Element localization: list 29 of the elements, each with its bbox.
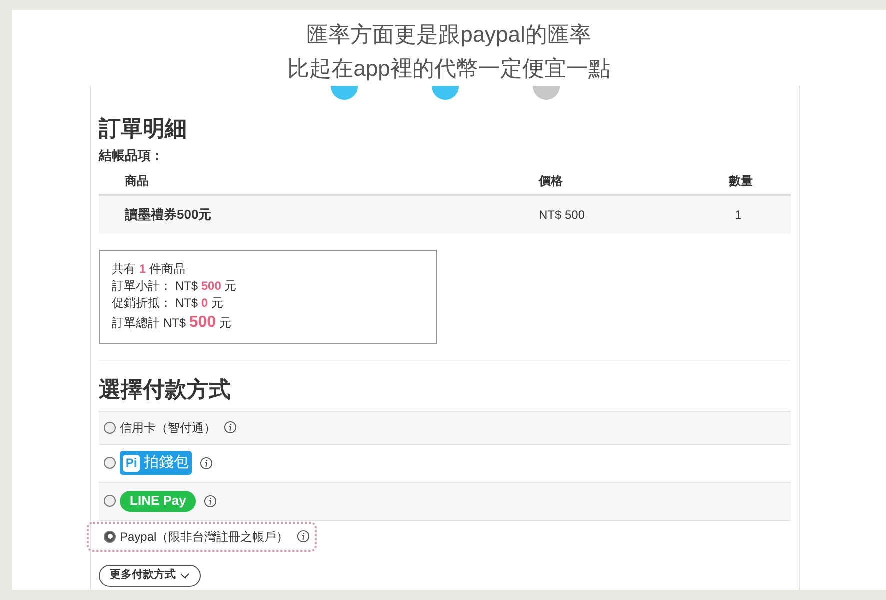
caption-text: 匯率方面更是跟paypal的匯率 — [306, 21, 592, 49]
info-icon[interactable] — [204, 494, 218, 508]
payment-label: 信用卡（智付通） — [120, 420, 216, 436]
summary-line: 促銷折抵： NT$ 0 元 — [112, 294, 224, 312]
payment-logo: Pi 拍錢包 — [120, 451, 192, 475]
table-cell-text: 1 — [735, 206, 742, 224]
section-subtitle: 結帳品項： — [99, 147, 165, 165]
radio-button[interactable] — [104, 495, 116, 507]
summary-line: 訂單小計： NT$ 500 元 — [112, 278, 238, 294]
more-payment-button[interactable]: 更多付款方式 — [99, 564, 201, 586]
table-cell-text: NT$ 500 — [539, 206, 586, 224]
table-cell-text: 讀墨禮券500元 — [125, 206, 213, 224]
column-header: 商品 — [125, 172, 150, 190]
caption-text: 比起在app裡的代幣一定便宜一點 — [288, 55, 610, 83]
summary-line: 共有 1 件商品 — [112, 260, 186, 278]
radio-button[interactable] — [104, 530, 116, 542]
payment-label: Paypal（限非台灣註冊之帳戶） — [120, 528, 289, 546]
summary-line: 訂單總計 NT$ 500 元 — [112, 314, 232, 332]
chevron-down-icon — [180, 572, 190, 578]
column-header: 價格 — [539, 172, 564, 190]
info-icon[interactable] — [200, 456, 213, 470]
radio-button[interactable] — [104, 457, 116, 469]
radio-button[interactable] — [104, 422, 116, 434]
section-title: 訂單明細 — [99, 115, 188, 143]
column-header: 數量 — [729, 172, 753, 190]
payment-logo: LINE Pay — [120, 490, 196, 512]
info-icon[interactable] — [224, 421, 237, 434]
section-title: 選擇付款方式 — [99, 376, 232, 404]
info-icon[interactable] — [296, 530, 310, 543]
